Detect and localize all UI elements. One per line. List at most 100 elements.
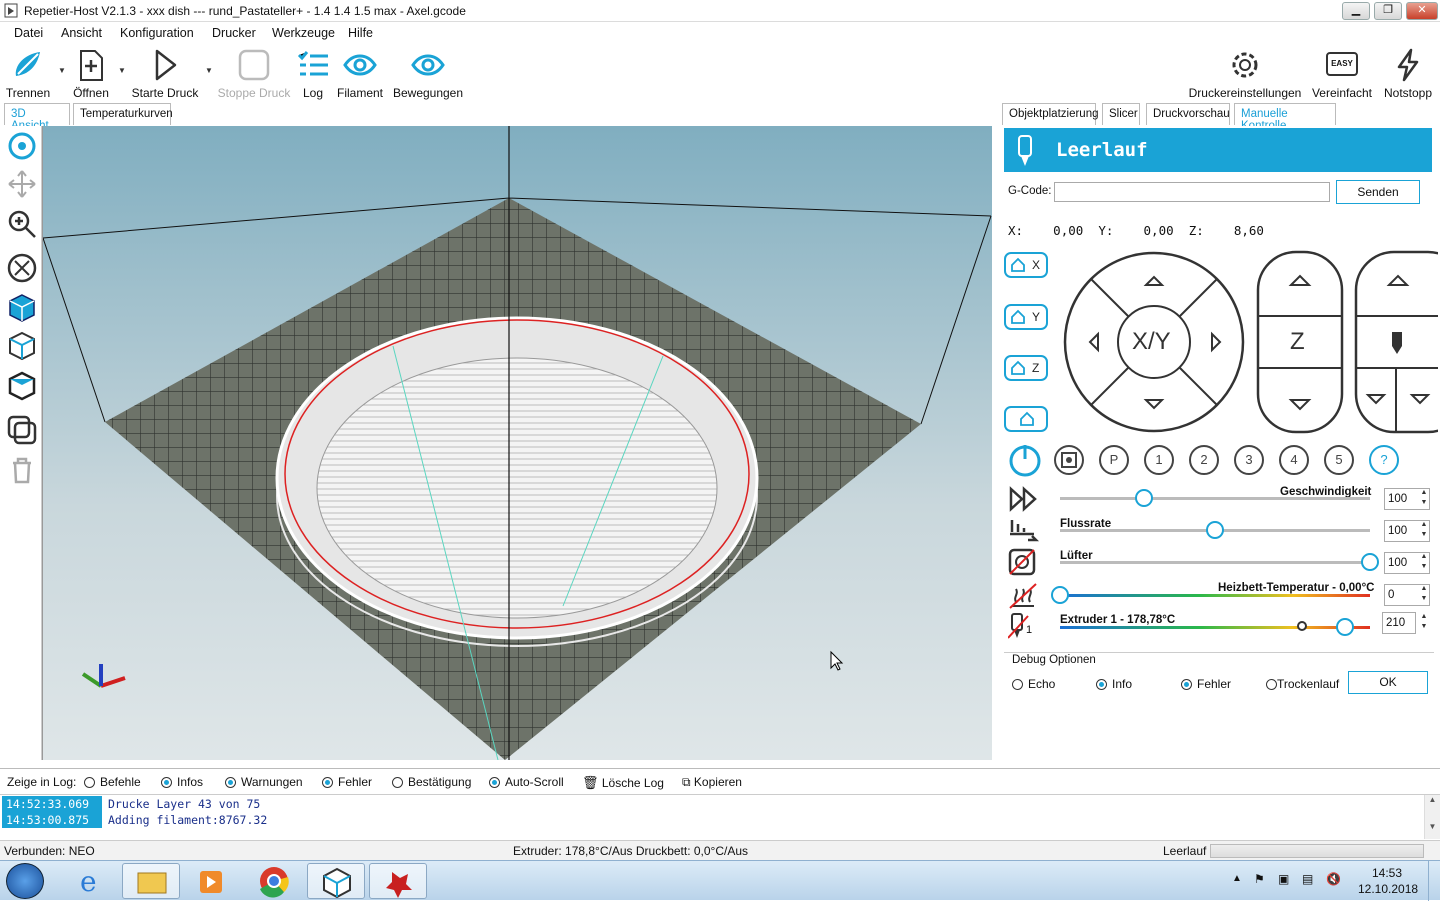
- home-x-button[interactable]: X: [1004, 252, 1048, 278]
- menu-ansicht[interactable]: Ansicht: [61, 26, 102, 40]
- preset-3-button[interactable]: 3: [1234, 445, 1264, 475]
- move-icon[interactable]: [6, 168, 38, 200]
- tab-print-preview[interactable]: Druckvorschau: [1146, 103, 1230, 125]
- tray-expand-icon[interactable]: ▲: [1232, 873, 1242, 884]
- stop-print-button[interactable]: Stoppe Druck: [216, 48, 292, 100]
- help-button[interactable]: ?: [1369, 445, 1399, 475]
- motor-off-button[interactable]: [1054, 445, 1084, 475]
- preset-1-button[interactable]: 1: [1144, 445, 1174, 475]
- gcode-input[interactable]: [1054, 182, 1330, 202]
- bed-temp-slider[interactable]: [1060, 594, 1370, 597]
- start-print-button[interactable]: Starte Druck: [128, 48, 202, 100]
- clock-date[interactable]: 12.10.2018: [1358, 882, 1418, 896]
- start-button[interactable]: [6, 863, 44, 899]
- slice-button[interactable]: Trennen: [4, 48, 52, 100]
- taskbar-chrome-icon[interactable]: [244, 863, 302, 899]
- slice-dropdown[interactable]: ▼: [58, 66, 66, 75]
- log-button[interactable]: Log: [296, 48, 330, 100]
- power-icon[interactable]: [1008, 442, 1042, 478]
- speed-spinner[interactable]: ▲ ▼: [1418, 488, 1430, 510]
- tab-manual-control[interactable]: Manuelle Kontrolle: [1234, 103, 1336, 132]
- log-opt-acks[interactable]: Bestätigung: [392, 775, 471, 789]
- clock-time[interactable]: 14:53: [1372, 866, 1402, 880]
- extruder-temp-spinner[interactable]: ▲ ▼: [1418, 612, 1430, 634]
- taskbar-repetier-icon[interactable]: [307, 863, 365, 899]
- log-opt-errors[interactable]: Fehler: [322, 775, 372, 789]
- tab-3d-view[interactable]: 3D Ansicht: [4, 103, 70, 132]
- tab-object-placement[interactable]: Objektplatzierung: [1002, 103, 1099, 125]
- zoom-icon[interactable]: [6, 208, 38, 240]
- start-dropdown[interactable]: ▼: [205, 66, 213, 75]
- log-opt-autoscroll[interactable]: Auto-Scroll: [489, 775, 564, 789]
- open-button[interactable]: Öffnen: [68, 48, 114, 100]
- 3d-viewport[interactable]: [42, 126, 992, 760]
- debug-dry-run[interactable]: Trockenlauf: [1266, 677, 1339, 691]
- tab-slicer[interactable]: Slicer: [1102, 103, 1140, 125]
- menu-datei[interactable]: Datei: [14, 26, 43, 40]
- preset-2-button[interactable]: 2: [1189, 445, 1219, 475]
- close-button[interactable]: ✕: [1406, 2, 1438, 20]
- fan-spinner[interactable]: ▲ ▼: [1418, 552, 1430, 574]
- debug-ok-button[interactable]: OK: [1348, 671, 1428, 694]
- tray-volume-icon[interactable]: 🔇: [1326, 872, 1341, 886]
- open-dropdown[interactable]: ▼: [118, 66, 126, 75]
- connection-status: Verbunden: NEO: [4, 844, 95, 858]
- speed-slider[interactable]: [1060, 497, 1370, 500]
- preset-5-button[interactable]: 5: [1324, 445, 1354, 475]
- taskbar-explorer-icon[interactable]: [122, 863, 180, 899]
- easy-mode-button[interactable]: EASY Vereinfacht: [1310, 48, 1374, 100]
- home-all-button[interactable]: [1004, 406, 1048, 432]
- cube-iso-icon[interactable]: [6, 292, 38, 324]
- menu-hilfe[interactable]: Hilfe: [348, 26, 373, 40]
- menu-konfiguration[interactable]: Konfiguration: [120, 26, 194, 40]
- debug-info[interactable]: Info: [1096, 677, 1132, 691]
- taskbar-ie-icon[interactable]: e: [62, 863, 120, 899]
- extruder-temp-input[interactable]: 210: [1382, 612, 1416, 634]
- taskbar-app-icon[interactable]: [369, 863, 427, 899]
- preset-4-button[interactable]: 4: [1279, 445, 1309, 475]
- moves-button[interactable]: Bewegungen: [392, 48, 464, 100]
- copy-objects-icon[interactable]: [6, 414, 38, 446]
- debug-echo[interactable]: Echo: [1012, 677, 1055, 691]
- park-button[interactable]: P: [1099, 445, 1129, 475]
- minimize-button[interactable]: ▁: [1342, 2, 1370, 20]
- rotate-icon[interactable]: [6, 130, 38, 162]
- extruder-temp-slider[interactable]: [1060, 626, 1370, 629]
- flow-rate-spinner[interactable]: ▲ ▼: [1418, 520, 1430, 542]
- log-opt-infos[interactable]: Infos: [161, 775, 203, 789]
- bed-temp-slider-knob[interactable]: [1051, 586, 1069, 604]
- log-opt-commands[interactable]: Befehle: [84, 775, 141, 789]
- clear-log-button[interactable]: 🗑 Lösche Log: [582, 775, 664, 791]
- emergency-stop-button[interactable]: Notstopp: [1380, 48, 1436, 100]
- speed-slider-knob[interactable]: [1134, 489, 1153, 507]
- send-button[interactable]: Senden: [1336, 180, 1420, 204]
- copy-log-button[interactable]: ⧉ Kopieren: [682, 775, 742, 790]
- menu-drucker[interactable]: Drucker: [212, 26, 256, 40]
- cube-front-icon[interactable]: [6, 330, 38, 362]
- fan-slider[interactable]: [1060, 561, 1370, 564]
- bed-temp-spinner[interactable]: ▲ ▼: [1418, 584, 1430, 606]
- filament-button[interactable]: Filament: [336, 48, 384, 100]
- log-scrollbar[interactable]: ▲ ▼: [1424, 795, 1440, 839]
- taskbar-media-icon[interactable]: [182, 863, 240, 899]
- fan-slider-knob[interactable]: [1361, 553, 1379, 571]
- flow-rate-slider-knob[interactable]: [1206, 521, 1224, 539]
- tab-temperature-curves[interactable]: Temperaturkurven: [73, 103, 173, 125]
- fit-view-icon[interactable]: [6, 252, 38, 284]
- tray-device-icon[interactable]: ▣: [1278, 872, 1289, 886]
- cube-top-icon[interactable]: [6, 370, 38, 402]
- debug-error[interactable]: Fehler: [1181, 677, 1231, 691]
- home-z-button[interactable]: Z: [1004, 355, 1048, 381]
- view-tools: [0, 126, 42, 760]
- menu-werkzeuge[interactable]: Werkzeuge: [272, 26, 335, 40]
- log-area[interactable]: 14:52:33.069 Drucke Layer 43 von 75 14:5…: [0, 794, 1440, 839]
- tray-flag-icon[interactable]: ⚑: [1254, 872, 1265, 886]
- printer-settings-button[interactable]: Druckereinstellungen: [1188, 48, 1302, 100]
- tray-network-icon[interactable]: ▤: [1302, 872, 1313, 886]
- extruder-jog-pad[interactable]: [1354, 250, 1438, 434]
- maximize-button[interactable]: ❐: [1374, 2, 1402, 20]
- home-y-button[interactable]: Y: [1004, 304, 1048, 330]
- log-opt-warnings[interactable]: Warnungen: [225, 775, 303, 789]
- trash-icon[interactable]: [6, 454, 38, 486]
- show-desktop-button[interactable]: [1428, 861, 1440, 901]
